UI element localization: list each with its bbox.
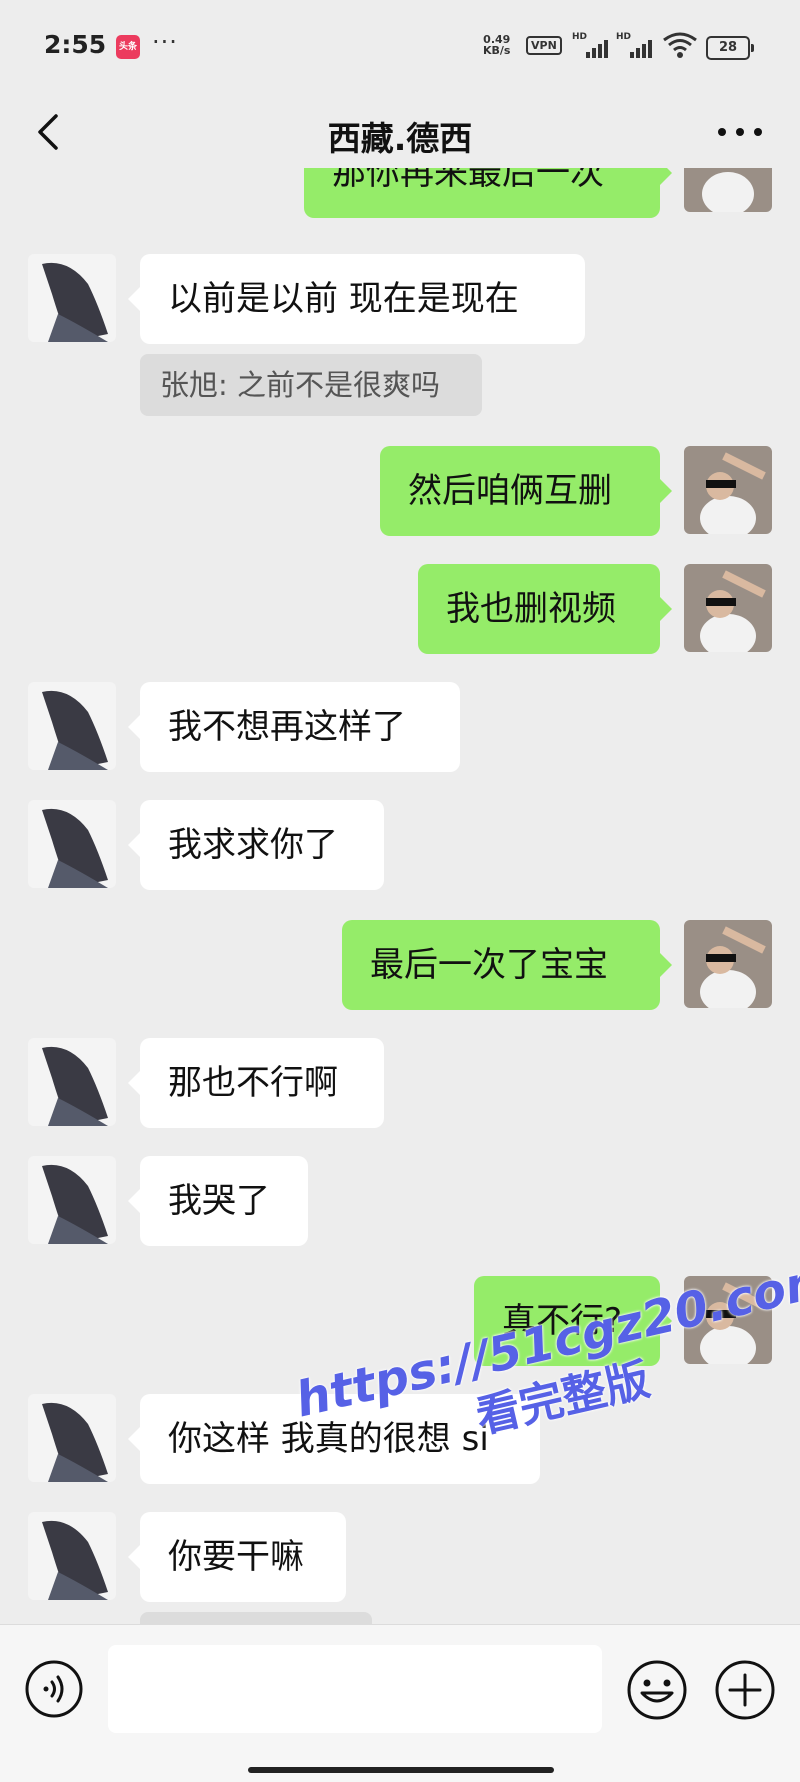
signal-icon: HD — [572, 32, 612, 60]
status-bar: 2:55 头条 ··· 0.49 KB/s VPN HD HD 28 — [0, 0, 800, 96]
my-avatar[interactable] — [684, 168, 772, 212]
contact-avatar[interactable] — [28, 1156, 116, 1244]
more-dots-icon[interactable] — [710, 110, 770, 154]
message-text: 然后咱俩互删 — [408, 471, 612, 511]
app-notification-icon: 头条 — [116, 35, 140, 59]
message-text: 最后一次了宝宝 — [370, 945, 608, 985]
message-text: 以前是以前 现在是现在 — [168, 279, 519, 319]
more-notifications-icon: ··· — [152, 28, 178, 56]
message-list[interactable]: 那你再来最后一次 以前是以前 现在是现在 张旭: 之前不是很爽吗 然后咱俩互删 … — [0, 168, 800, 1624]
message-bubble-outgoing[interactable]: 那你再来最后一次 — [304, 168, 672, 218]
message-bubble-incoming[interactable]: 以前是以前 现在是现在 — [128, 254, 585, 344]
voice-icon[interactable] — [24, 1659, 84, 1719]
message-text: 那也不行啊 — [168, 1063, 338, 1103]
signal-hd-label-2: HD — [616, 32, 632, 42]
chat-header: 西藏.德西 — [0, 96, 800, 168]
message-text: 我不想再这样了 — [168, 707, 406, 747]
message-bubble-incoming[interactable]: 你这样 我真的很想 si — [128, 1394, 540, 1484]
contact-avatar[interactable] — [28, 1038, 116, 1126]
message-bubble-outgoing[interactable]: 然后咱俩互删 — [380, 446, 672, 536]
contact-avatar[interactable] — [28, 800, 116, 888]
message-text: 你这样 我真的很想 si — [168, 1419, 489, 1459]
wifi-icon — [663, 32, 697, 58]
message-bubble-outgoing[interactable]: 最后一次了宝宝 — [342, 920, 672, 1010]
message-text: 你要干嘛 — [168, 1537, 304, 1577]
message-text: 我也删视频 — [446, 589, 616, 629]
message-text: 我哭了 — [168, 1181, 270, 1221]
plus-icon[interactable] — [714, 1659, 776, 1721]
status-time: 2:55 — [44, 30, 107, 59]
quoted-text: 张旭: 之前不是很爽吗 — [160, 368, 440, 402]
network-speed-unit: KB/s — [483, 44, 511, 57]
network-speed: 0.49 KB/s — [483, 34, 510, 56]
message-bubble-outgoing[interactable]: 我也删视频 — [418, 564, 672, 654]
my-avatar[interactable] — [684, 1276, 772, 1364]
vpn-icon: VPN — [526, 36, 562, 55]
chat-title: 西藏.德西 — [327, 119, 473, 158]
home-indicator[interactable] — [248, 1767, 554, 1773]
message-bubble-incoming[interactable]: 我哭了 — [128, 1156, 308, 1246]
message-text: 真不行? — [502, 1301, 623, 1341]
message-bubble-outgoing[interactable]: 真不行? — [474, 1276, 672, 1366]
message-bubble-incoming[interactable]: 我不想再这样了 — [128, 682, 460, 772]
signal-icon-2: HD — [616, 32, 656, 60]
battery-icon: 28 — [706, 36, 754, 60]
message-text: 我求求你了 — [168, 825, 338, 865]
message-bubble-incoming[interactable]: 那也不行啊 — [128, 1038, 384, 1128]
input-bar — [0, 1624, 800, 1782]
my-avatar[interactable] — [684, 564, 772, 652]
my-avatar[interactable] — [684, 446, 772, 534]
contact-avatar[interactable] — [28, 254, 116, 342]
message-input[interactable] — [108, 1645, 602, 1733]
contact-avatar[interactable] — [28, 1512, 116, 1600]
message-bubble-incoming[interactable]: 我求求你了 — [128, 800, 384, 890]
message-text: 那你再来最后一次 — [332, 168, 604, 193]
contact-avatar[interactable] — [28, 682, 116, 770]
emoji-icon[interactable] — [626, 1659, 688, 1721]
quoted-message-partial — [140, 1612, 372, 1624]
contact-avatar[interactable] — [28, 1394, 116, 1482]
quoted-message[interactable]: 张旭: 之前不是很爽吗 — [140, 354, 482, 416]
my-avatar[interactable] — [684, 920, 772, 1008]
message-bubble-incoming[interactable]: 你要干嘛 — [128, 1512, 346, 1602]
signal-hd-label: HD — [572, 32, 588, 42]
